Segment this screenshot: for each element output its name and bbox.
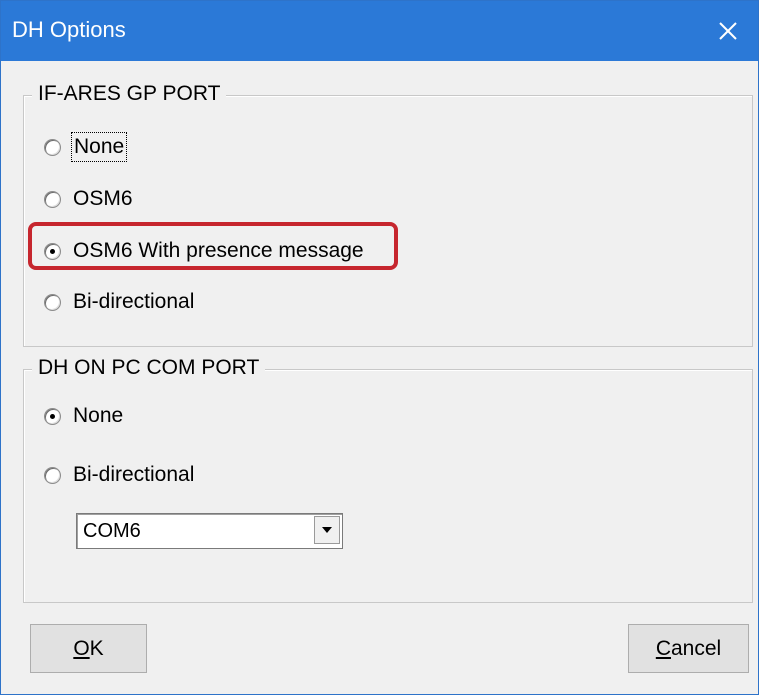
cancel-button[interactable]: Cancel [628, 624, 749, 673]
com-port-select[interactable]: COM6 [76, 513, 343, 549]
close-icon [719, 22, 737, 40]
radio-if-ares-osm6[interactable]: OSM6 [44, 186, 133, 212]
radio-label: Bi-directional [73, 290, 195, 313]
highlight-box [28, 222, 398, 270]
radio-label: None [73, 404, 124, 427]
com-port-value: COM6 [83, 520, 141, 542]
if-ares-gp-port-legend: IF-ARES GP PORT [32, 81, 227, 107]
radio-button-icon[interactable] [44, 407, 61, 425]
radio-label: OSM6 [73, 187, 133, 210]
title-bar[interactable]: DH Options [1, 1, 758, 61]
radio-dh-pc-none[interactable]: None [44, 403, 123, 429]
radio-button-icon[interactable] [44, 293, 61, 311]
chevron-down-icon [322, 527, 332, 533]
radio-label: Bi-directional [73, 463, 195, 486]
dh-on-pc-com-port-legend: DH ON PC COM PORT [32, 355, 266, 381]
radio-if-ares-bidirectional[interactable]: Bi-directional [44, 289, 194, 315]
ok-button-label: OK [73, 636, 104, 660]
radio-if-ares-none[interactable]: None [44, 132, 128, 162]
cancel-button-label: Cancel [655, 636, 722, 660]
ok-button[interactable]: OK [30, 624, 147, 673]
dropdown-button[interactable] [314, 516, 340, 544]
window-title: DH Options [12, 17, 126, 42]
radio-label: None [70, 132, 128, 162]
radio-button-icon[interactable] [44, 466, 61, 484]
close-button[interactable] [698, 1, 758, 61]
radio-dh-pc-bidirectional[interactable]: Bi-directional [44, 462, 194, 488]
radio-button-icon[interactable] [44, 138, 61, 156]
radio-button-icon[interactable] [44, 190, 61, 208]
